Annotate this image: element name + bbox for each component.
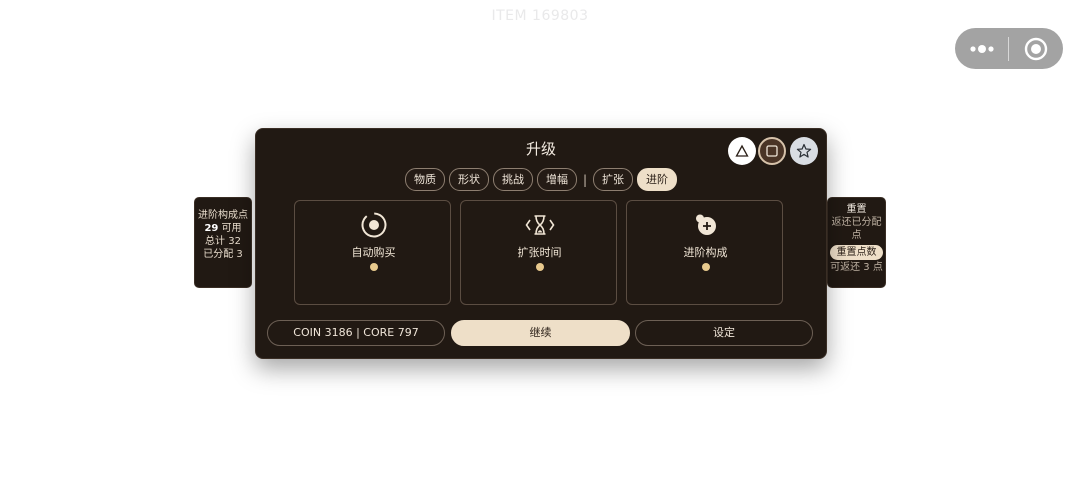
tab-challenge[interactable]: 挑战	[492, 168, 533, 191]
triangle-icon	[735, 144, 749, 157]
tab-separator: |	[582, 172, 588, 187]
card-auto-buy[interactable]: 自动购买	[294, 200, 451, 305]
plus-blob-icon	[695, 214, 716, 235]
left-points-panel: 进阶构成点 29 可用 总计 32 已分配 3	[194, 197, 252, 288]
status-dot	[370, 263, 378, 271]
card-advance-composition[interactable]: 进阶构成	[626, 200, 783, 305]
tab-expand[interactable]: 扩张	[593, 168, 634, 191]
available-value: 29	[204, 223, 219, 234]
right-reset-panel: 重置 返还已分配点 重置点数 可返还 3 点	[827, 197, 886, 288]
triangle-button[interactable]	[728, 137, 756, 165]
total-value: 32	[228, 236, 241, 247]
stats-display: COIN 3186 | CORE 797	[267, 320, 445, 346]
assigned-label: 已分配	[203, 249, 234, 260]
card-label: 自动购买	[351, 246, 396, 259]
card-expand-time[interactable]: 扩张时间	[460, 200, 617, 305]
status-dot	[702, 263, 710, 271]
reset-points-button[interactable]: 重置点数	[830, 245, 883, 260]
tab-matter[interactable]: 物质	[404, 168, 445, 191]
available-label: 可用	[221, 223, 242, 234]
hourglass-icon	[525, 215, 554, 235]
tab-shape[interactable]: 形状	[448, 168, 489, 191]
upgrade-panel: 升级 物质 形状 挑战 增幅 | 扩张 进阶 自动购买 扩张时间 进阶构成 CO…	[255, 128, 827, 359]
square-button[interactable]	[758, 137, 786, 165]
card-label: 扩张时间	[517, 246, 562, 259]
tab-bar: 物质 形状 挑战 增幅 | 扩张 进阶	[256, 168, 826, 191]
square-icon	[766, 145, 778, 157]
points-assigned: 已分配 3	[195, 248, 251, 261]
more-dots-icon	[969, 44, 994, 53]
points-title: 进阶构成点	[198, 210, 248, 221]
tab-advance[interactable]: 进阶	[637, 168, 678, 191]
record-circle-icon	[1024, 37, 1048, 60]
status-dot	[536, 263, 544, 271]
total-label: 总计	[205, 236, 226, 247]
reset-title: 重置	[846, 204, 867, 215]
assigned-value: 3	[236, 249, 243, 260]
reset-subtitle: 返还已分配点	[831, 217, 882, 241]
more-menu-button[interactable]	[955, 28, 1008, 69]
close-mini-program-button[interactable]	[1009, 28, 1063, 69]
star-icon	[796, 143, 812, 158]
star-button[interactable]	[790, 137, 818, 165]
mini-program-capsule	[955, 28, 1063, 69]
reset-footer: 可返还 3 点	[830, 262, 883, 273]
tab-amplify[interactable]: 增幅	[536, 168, 577, 191]
card-label: 进阶构成	[683, 246, 728, 259]
points-total: 总计 32	[195, 235, 251, 248]
settings-button[interactable]: 设定	[635, 320, 813, 346]
continue-button[interactable]: 继续	[451, 320, 630, 346]
target-circle-icon	[361, 212, 386, 238]
watermark: ITEM 169803	[491, 8, 589, 24]
points-available: 29 可用	[195, 222, 251, 235]
